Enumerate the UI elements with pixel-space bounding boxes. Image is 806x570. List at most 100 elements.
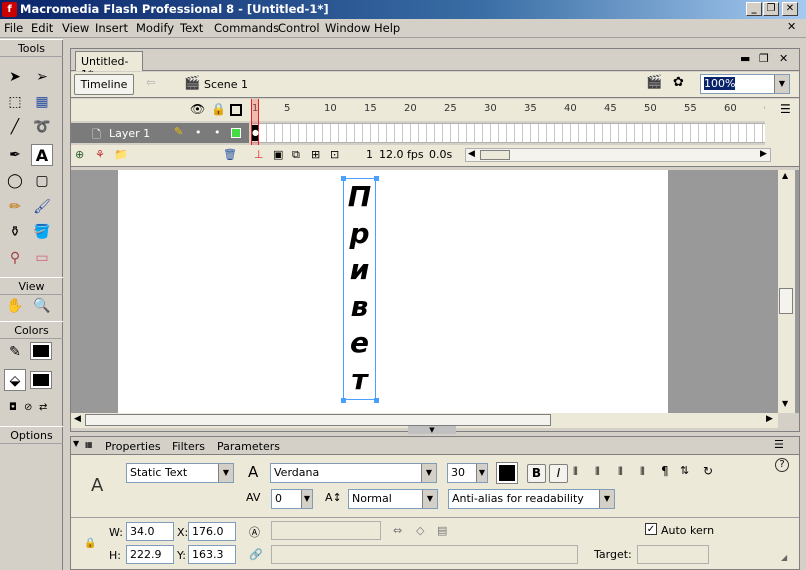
pen-tool-icon[interactable]: ✒ (4, 144, 26, 166)
onion-outlines-icon[interactable]: ⧉ (292, 148, 300, 162)
url-link-icon[interactable]: 🔗 (249, 548, 263, 561)
close-button[interactable]: ✕ (782, 2, 798, 16)
maximize-button[interactable]: ❐ (763, 2, 779, 16)
stage-canvas[interactable]: П р и в е т (118, 170, 668, 413)
ink-bottle-tool-icon[interactable]: ⚱ (4, 221, 26, 243)
text-type-dropdown-icon[interactable]: ▼ (218, 464, 233, 482)
hscroll-thumb[interactable] (85, 414, 551, 426)
align-right-icon[interactable]: ⦀ (618, 465, 623, 479)
vscroll-thumb[interactable] (779, 288, 793, 314)
doc-restore-icon[interactable]: ❐ (759, 52, 769, 65)
fill-color-swatch[interactable] (30, 371, 52, 389)
menu-text[interactable]: Text (180, 21, 203, 35)
modify-onion-markers-icon[interactable]: ⊡ (330, 148, 339, 161)
brush-tool-icon[interactable]: 🖌 (31, 196, 53, 218)
menu-view[interactable]: View (62, 21, 89, 35)
eyedropper-tool-icon[interactable]: ⚲ (4, 247, 26, 269)
menu-edit[interactable]: Edit (31, 21, 53, 35)
border-toggle-icon[interactable]: ◇ (416, 524, 424, 537)
scroll-left-icon[interactable]: ◀ (468, 149, 475, 159)
antialias-select[interactable]: Anti-alias for readability ▼ (448, 489, 615, 509)
font-select[interactable]: Verdana ▼ (270, 463, 437, 483)
help-icon[interactable]: ? (775, 458, 789, 472)
tab-properties[interactable]: Properties (105, 440, 161, 453)
edit-symbols-icon[interactable]: ✿ (673, 75, 684, 90)
menu-file[interactable]: File (4, 21, 23, 35)
onion-skin-icon[interactable]: ▣ (273, 148, 283, 161)
text-border-icon[interactable]: ▤ (437, 524, 447, 537)
zoom-dropdown-icon[interactable]: ▼ (774, 75, 789, 93)
edit-multiple-frames-icon[interactable]: ⊞ (311, 148, 320, 161)
selectable-icon[interactable]: Ⓐ (249, 524, 260, 540)
stage-vscroll[interactable]: ▲ ▼ (778, 170, 795, 413)
free-transform-tool-icon[interactable]: ⬚ (4, 91, 26, 113)
rotate-text-icon[interactable]: ↻ (703, 464, 713, 478)
layer-visible-dot[interactable]: • (195, 126, 202, 139)
timeline-options-icon[interactable]: ☰ (780, 102, 791, 116)
stroke-color-swatch[interactable] (30, 342, 52, 360)
timeline-scroll-thumb[interactable] (480, 150, 510, 160)
show-hide-eye-icon[interactable]: 👁 (190, 102, 205, 116)
panel-expand-icon[interactable]: ▼ (73, 439, 79, 448)
letter-spacing-input[interactable]: 0 ▼ (271, 489, 313, 509)
line-tool-icon[interactable]: ╱ (4, 116, 26, 138)
outline-layers-icon[interactable] (230, 104, 242, 116)
panel-collapse-handle[interactable]: ▼ (408, 426, 456, 434)
swap-colors-icon[interactable]: ⇄ (39, 402, 47, 413)
y-input[interactable]: 163.3 (188, 545, 236, 564)
back-arrow-icon[interactable]: ⇦ (146, 76, 155, 89)
pencil-tool-icon[interactable]: ✏ (4, 196, 26, 218)
selection-tool-icon[interactable]: ➤ (4, 66, 26, 88)
eraser-tool-icon[interactable]: ▭ (31, 247, 53, 269)
menu-insert[interactable]: Insert (95, 21, 128, 35)
hscroll-right-icon[interactable]: ▶ (766, 414, 773, 424)
doc-minimize-icon[interactable]: ▬ (740, 52, 750, 65)
render-html-icon[interactable]: ⇔ (393, 524, 402, 537)
scroll-down-icon[interactable]: ▼ (782, 399, 788, 408)
insert-layer-icon[interactable]: ⊕ (75, 148, 84, 161)
menu-help[interactable]: Help (374, 21, 400, 35)
menu-window[interactable]: Window (325, 21, 370, 35)
text-type-select[interactable]: Static Text ▼ (126, 463, 234, 483)
delete-layer-icon[interactable]: 🗑 (223, 148, 237, 161)
doc-close-icon[interactable]: ✕ (779, 52, 788, 65)
font-size-dropdown-icon[interactable]: ▼ (476, 464, 487, 482)
panel-options-icon[interactable]: ☰ (774, 438, 784, 451)
paint-bucket-tool-icon[interactable]: 🪣 (31, 221, 53, 243)
italic-button[interactable]: I (549, 464, 568, 483)
gradient-transform-tool-icon[interactable]: ▦ (31, 91, 53, 113)
rectangle-tool-icon[interactable]: ▢ (31, 170, 53, 192)
timeline-hscroll[interactable]: ◀ ▶ (465, 148, 771, 162)
layer-outline-color-icon[interactable] (231, 128, 241, 138)
width-input[interactable]: 34.0 (126, 522, 174, 541)
resize-handle[interactable] (374, 176, 379, 181)
layer-row[interactable]: 🗋 Layer 1 ✎ • • (71, 123, 249, 143)
text-color-swatch[interactable] (496, 462, 518, 484)
tab-parameters[interactable]: Parameters (217, 440, 280, 453)
scroll-right-icon[interactable]: ▶ (760, 149, 767, 159)
zoom-tool-icon[interactable]: 🔍 (31, 295, 53, 317)
insert-folder-icon[interactable]: 📁 (114, 148, 128, 161)
text-tool-icon[interactable]: A (31, 144, 53, 166)
vertical-text-box[interactable]: П р и в е т (343, 178, 376, 400)
auto-kern-checkbox[interactable]: ✓ (645, 523, 657, 535)
layer-lock-dot[interactable]: • (214, 126, 221, 139)
character-position-select[interactable]: Normal ▼ (348, 489, 438, 509)
align-center-icon[interactable]: ⦀ (595, 465, 600, 479)
x-input[interactable]: 176.0 (188, 522, 236, 541)
bold-button[interactable]: B (527, 464, 546, 483)
minimize-button[interactable]: _ (746, 2, 762, 16)
text-orientation-icon[interactable]: ⇅ (680, 464, 689, 477)
panel-grip-icon[interactable]: ▦ (85, 440, 93, 449)
letter-spacing-dropdown-icon[interactable]: ▼ (301, 490, 312, 508)
character-position-dropdown-icon[interactable]: ▼ (422, 490, 437, 508)
resize-grip-icon[interactable]: ◢ (781, 553, 787, 562)
lasso-tool-icon[interactable]: ➰ (31, 116, 53, 138)
font-dropdown-icon[interactable]: ▼ (421, 464, 436, 482)
flash-app-icon[interactable]: f (2, 2, 17, 17)
center-frame-icon[interactable]: ⊥ (254, 148, 264, 161)
tab-filters[interactable]: Filters (172, 440, 205, 453)
no-color-icon[interactable]: ⊘ (24, 402, 32, 413)
lock-aspect-icon[interactable]: 🔒 (84, 538, 96, 549)
resize-handle[interactable] (341, 176, 346, 181)
